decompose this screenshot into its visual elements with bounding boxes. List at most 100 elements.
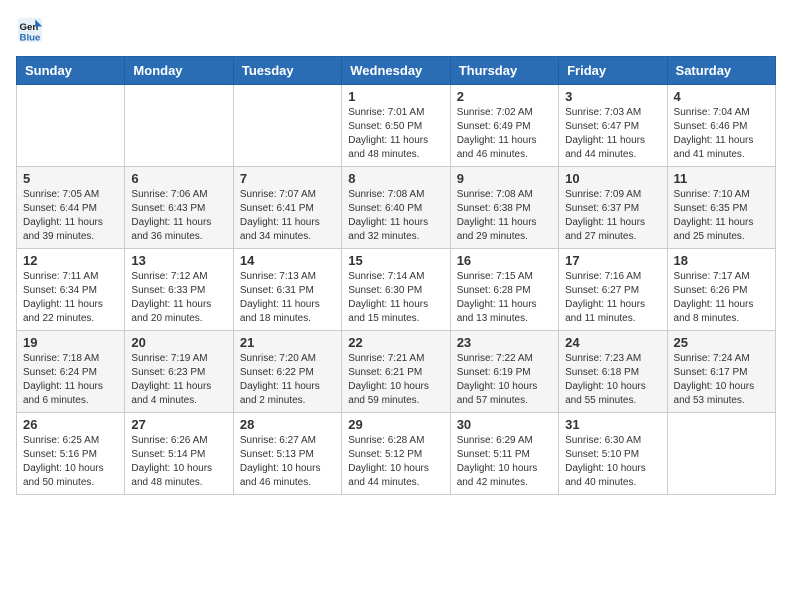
day-of-week-header: Wednesday: [342, 57, 450, 85]
calendar-day-cell: 5 Sunrise: 7:05 AM Sunset: 6:44 PM Daylig…: [17, 167, 125, 249]
day-number: 10: [565, 171, 660, 186]
day-number: 26: [23, 417, 118, 432]
calendar-day-cell: [17, 85, 125, 167]
day-number: 18: [674, 253, 769, 268]
day-number: 27: [131, 417, 226, 432]
calendar-day-cell: 1Sunrise: 7:01 AM Sunset: 6:50 PM Daylig…: [342, 85, 450, 167]
calendar-day-cell: 13Sunrise: 7:12 AM Sunset: 6:33 PM Dayli…: [125, 249, 233, 331]
day-number: 5: [23, 171, 118, 186]
day-number: 23: [457, 335, 552, 350]
calendar-day-cell: 23 Sunrise: 7:22 AM Sunset: 6:19 PM Dayli…: [450, 331, 558, 413]
day-info: Sunrise: 7:09 AM Sunset: 6:37 PM Dayligh…: [565, 188, 660, 244]
calendar-day-cell: 29Sunrise: 6:28 AM Sunset: 5:12 PM Dayli…: [342, 413, 450, 495]
day-of-week-header: Saturday: [667, 57, 775, 85]
calendar-day-cell: 30 Sunrise: 6:29 AM Sunset: 5:11 PM Dayli…: [450, 413, 558, 495]
day-info: Sunrise: 7:21 AM Sunset: 6:21 PM Dayligh…: [348, 352, 443, 408]
day-number: 28: [240, 417, 335, 432]
day-info: Sunrise: 7:02 AM Sunset: 6:49 PM Dayligh…: [457, 106, 552, 162]
day-info: Sunrise: 7:17 AM Sunset: 6:26 PM Dayligh…: [674, 270, 769, 326]
calendar-day-cell: 10 Sunrise: 7:09 AM Sunset: 6:37 PM Dayli…: [559, 167, 667, 249]
calendar-week-row: 12 Sunrise: 7:11 AM Sunset: 6:34 PM Dayli…: [17, 249, 776, 331]
calendar-day-cell: 18 Sunrise: 7:17 AM Sunset: 6:26 PM Dayli…: [667, 249, 775, 331]
day-info: Sunrise: 7:14 AM Sunset: 6:30 PM Dayligh…: [348, 270, 443, 326]
calendar-table: SundayMondayTuesdayWednesdayThursdayFrid…: [16, 56, 776, 495]
day-number: 19: [23, 335, 118, 350]
svg-text:Blue: Blue: [20, 33, 41, 44]
day-info: Sunrise: 7:08 AM Sunset: 6:38 PM Dayligh…: [457, 188, 552, 244]
day-info: Sunrise: 6:29 AM Sunset: 5:11 PM Dayligh…: [457, 434, 552, 490]
calendar-day-cell: 8 Sunrise: 7:08 AM Sunset: 6:40 PM Daylig…: [342, 167, 450, 249]
calendar-day-cell: 20 Sunrise: 7:19 AM Sunset: 6:23 PM Dayli…: [125, 331, 233, 413]
day-number: 3: [565, 89, 660, 104]
day-info: Sunrise: 7:08 AM Sunset: 6:40 PM Dayligh…: [348, 188, 443, 244]
day-info: Sunrise: 7:07 AM Sunset: 6:41 PM Dayligh…: [240, 188, 335, 244]
day-of-week-header: Friday: [559, 57, 667, 85]
calendar-week-row: 19 Sunrise: 7:18 AM Sunset: 6:24 PM Dayli…: [17, 331, 776, 413]
calendar-day-cell: 27Sunrise: 6:26 AM Sunset: 5:14 PM Dayli…: [125, 413, 233, 495]
day-number: 9: [457, 171, 552, 186]
calendar-day-cell: 14 Sunrise: 7:13 AM Sunset: 6:31 PM Dayli…: [233, 249, 341, 331]
calendar-day-cell: 17 Sunrise: 7:16 AM Sunset: 6:27 PM Dayli…: [559, 249, 667, 331]
calendar-header-row: SundayMondayTuesdayWednesdayThursdayFrid…: [17, 57, 776, 85]
calendar-week-row: 1Sunrise: 7:01 AM Sunset: 6:50 PM Daylig…: [17, 85, 776, 167]
day-number: 14: [240, 253, 335, 268]
calendar-day-cell: 24Sunrise: 7:23 AM Sunset: 6:18 PM Dayli…: [559, 331, 667, 413]
page-header: GenBlue: [16, 16, 776, 44]
day-number: 20: [131, 335, 226, 350]
calendar-day-cell: 4Sunrise: 7:04 AM Sunset: 6:46 PM Daylig…: [667, 85, 775, 167]
day-number: 16: [457, 253, 552, 268]
day-info: Sunrise: 7:05 AM Sunset: 6:44 PM Dayligh…: [23, 188, 118, 244]
day-number: 22: [348, 335, 443, 350]
day-info: Sunrise: 7:12 AM Sunset: 6:33 PM Dayligh…: [131, 270, 226, 326]
calendar-day-cell: 15Sunrise: 7:14 AM Sunset: 6:30 PM Dayli…: [342, 249, 450, 331]
calendar-day-cell: 28 Sunrise: 6:27 AM Sunset: 5:13 PM Dayli…: [233, 413, 341, 495]
day-info: Sunrise: 7:01 AM Sunset: 6:50 PM Dayligh…: [348, 106, 443, 162]
calendar-day-cell: 22 Sunrise: 7:21 AM Sunset: 6:21 PM Dayli…: [342, 331, 450, 413]
day-info: Sunrise: 6:27 AM Sunset: 5:13 PM Dayligh…: [240, 434, 335, 490]
calendar-day-cell: 25 Sunrise: 7:24 AM Sunset: 6:17 PM Dayli…: [667, 331, 775, 413]
calendar-day-cell: 9 Sunrise: 7:08 AM Sunset: 6:38 PM Daylig…: [450, 167, 558, 249]
day-info: Sunrise: 7:10 AM Sunset: 6:35 PM Dayligh…: [674, 188, 769, 244]
day-number: 11: [674, 171, 769, 186]
calendar-day-cell: [667, 413, 775, 495]
day-info: Sunrise: 7:15 AM Sunset: 6:28 PM Dayligh…: [457, 270, 552, 326]
day-info: Sunrise: 7:22 AM Sunset: 6:19 PM Dayligh…: [457, 352, 552, 408]
day-info: Sunrise: 6:28 AM Sunset: 5:12 PM Dayligh…: [348, 434, 443, 490]
day-info: Sunrise: 7:13 AM Sunset: 6:31 PM Dayligh…: [240, 270, 335, 326]
day-info: Sunrise: 7:06 AM Sunset: 6:43 PM Dayligh…: [131, 188, 226, 244]
day-info: Sunrise: 6:30 AM Sunset: 5:10 PM Dayligh…: [565, 434, 660, 490]
calendar-day-cell: 2Sunrise: 7:02 AM Sunset: 6:49 PM Daylig…: [450, 85, 558, 167]
day-info: Sunrise: 7:18 AM Sunset: 6:24 PM Dayligh…: [23, 352, 118, 408]
day-info: Sunrise: 7:19 AM Sunset: 6:23 PM Dayligh…: [131, 352, 226, 408]
calendar-day-cell: 3 Sunrise: 7:03 AM Sunset: 6:47 PM Daylig…: [559, 85, 667, 167]
day-info: Sunrise: 7:24 AM Sunset: 6:17 PM Dayligh…: [674, 352, 769, 408]
day-number: 6: [131, 171, 226, 186]
day-info: Sunrise: 7:23 AM Sunset: 6:18 PM Dayligh…: [565, 352, 660, 408]
day-info: Sunrise: 7:03 AM Sunset: 6:47 PM Dayligh…: [565, 106, 660, 162]
day-number: 30: [457, 417, 552, 432]
day-info: Sunrise: 7:16 AM Sunset: 6:27 PM Dayligh…: [565, 270, 660, 326]
logo-icon: GenBlue: [16, 16, 44, 44]
day-number: 7: [240, 171, 335, 186]
day-number: 4: [674, 89, 769, 104]
calendar-week-row: 26 Sunrise: 6:25 AM Sunset: 5:16 PM Dayli…: [17, 413, 776, 495]
day-of-week-header: Sunday: [17, 57, 125, 85]
calendar-week-row: 5 Sunrise: 7:05 AM Sunset: 6:44 PM Daylig…: [17, 167, 776, 249]
day-number: 31: [565, 417, 660, 432]
day-info: Sunrise: 7:11 AM Sunset: 6:34 PM Dayligh…: [23, 270, 118, 326]
logo: GenBlue: [16, 16, 48, 44]
day-info: Sunrise: 7:20 AM Sunset: 6:22 PM Dayligh…: [240, 352, 335, 408]
calendar-day-cell: [233, 85, 341, 167]
day-info: Sunrise: 6:25 AM Sunset: 5:16 PM Dayligh…: [23, 434, 118, 490]
day-of-week-header: Thursday: [450, 57, 558, 85]
day-number: 17: [565, 253, 660, 268]
calendar-day-cell: 7 Sunrise: 7:07 AM Sunset: 6:41 PM Daylig…: [233, 167, 341, 249]
day-number: 12: [23, 253, 118, 268]
calendar-day-cell: 26 Sunrise: 6:25 AM Sunset: 5:16 PM Dayli…: [17, 413, 125, 495]
day-number: 8: [348, 171, 443, 186]
day-of-week-header: Monday: [125, 57, 233, 85]
calendar-day-cell: [125, 85, 233, 167]
calendar-day-cell: 12 Sunrise: 7:11 AM Sunset: 6:34 PM Dayli…: [17, 249, 125, 331]
day-number: 21: [240, 335, 335, 350]
day-number: 25: [674, 335, 769, 350]
